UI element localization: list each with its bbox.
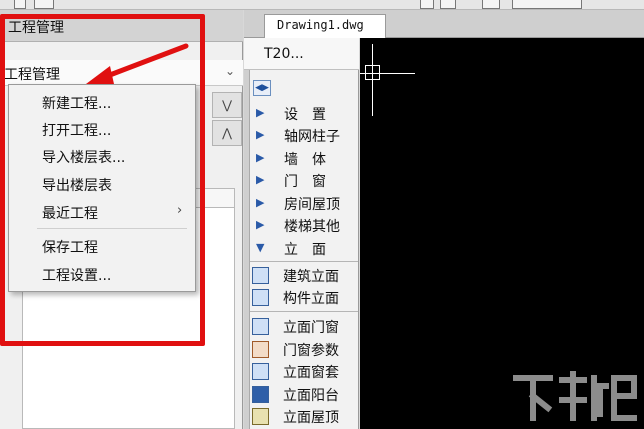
crosshair-pickbox — [365, 65, 380, 80]
tool-elevation-door-window[interactable]: 立面门窗 — [252, 316, 357, 338]
palette-toggle-icon[interactable]: ◀▶ — [253, 80, 271, 96]
tool-window-frame[interactable]: 立面窗套 — [252, 361, 357, 383]
tool-building-elevation[interactable]: 建筑立面 — [252, 265, 357, 287]
crosshair-vertical — [372, 44, 373, 116]
balcony-icon — [252, 386, 269, 403]
category-door-window[interactable]: ▶ 门 窗 — [256, 171, 351, 191]
toolbar-button[interactable] — [482, 0, 500, 9]
toolbar-button[interactable] — [14, 0, 26, 9]
tool-elevation-roof[interactable]: 立面屋顶 — [252, 406, 357, 428]
building-elevation-icon — [252, 267, 269, 284]
palette-grip[interactable] — [244, 38, 250, 429]
category-wall[interactable]: ▶ 墙 体 — [256, 149, 351, 169]
palette-title: T20... — [264, 46, 304, 62]
chevron-down-icon: ⌄ — [225, 64, 236, 78]
document-tab-label: Drawing1.dwg — [277, 18, 364, 32]
toolbar-button[interactable] — [440, 0, 456, 9]
toolbar-button[interactable] — [420, 0, 434, 9]
palette-separator — [250, 311, 358, 312]
tool-component-elevation[interactable]: 构件立面 — [252, 287, 357, 309]
annotation-arrow-icon — [86, 43, 189, 84]
expand-right-icon: ▶ — [256, 106, 265, 119]
collapse-up-button[interactable]: ⋀ — [212, 120, 242, 146]
door-window-params-icon — [252, 341, 269, 358]
expand-down-button[interactable]: ⋁ — [212, 92, 242, 118]
category-axis-column[interactable]: ▶ 轴网柱子 — [256, 126, 351, 146]
component-elevation-icon — [252, 289, 269, 306]
expand-right-icon: ▶ — [256, 196, 265, 209]
toolbar-dropdown[interactable] — [512, 0, 582, 9]
expand-right-icon: ▶ — [256, 218, 265, 231]
watermark-logo — [513, 371, 637, 421]
elevation-door-window-icon — [252, 318, 269, 335]
top-toolbar — [0, 0, 644, 10]
category-stairs-other[interactable]: ▶ 楼梯其他 — [256, 216, 351, 236]
toolbar-button[interactable] — [34, 0, 54, 9]
expand-right-icon: ▶ — [256, 151, 265, 164]
roof-icon — [252, 408, 269, 425]
palette-separator — [250, 261, 358, 262]
document-tab[interactable]: Drawing1.dwg — [264, 14, 386, 38]
expand-right-icon: ▶ — [256, 128, 265, 141]
expand-right-icon: ▶ — [256, 173, 265, 186]
category-elevation[interactable]: ▼ 立 面 — [256, 239, 351, 259]
tool-door-window-params[interactable]: 门窗参数 — [252, 339, 357, 361]
palette-title-bar[interactable]: T20... — [244, 38, 359, 70]
window-frame-icon — [252, 363, 269, 380]
category-room-roof[interactable]: ▶ 房间屋顶 — [256, 194, 351, 214]
category-settings[interactable]: ▶ 设 置 — [256, 104, 351, 124]
expand-down-icon: ▼ — [256, 241, 265, 254]
tool-elevation-balcony[interactable]: 立面阳台 — [252, 384, 357, 406]
